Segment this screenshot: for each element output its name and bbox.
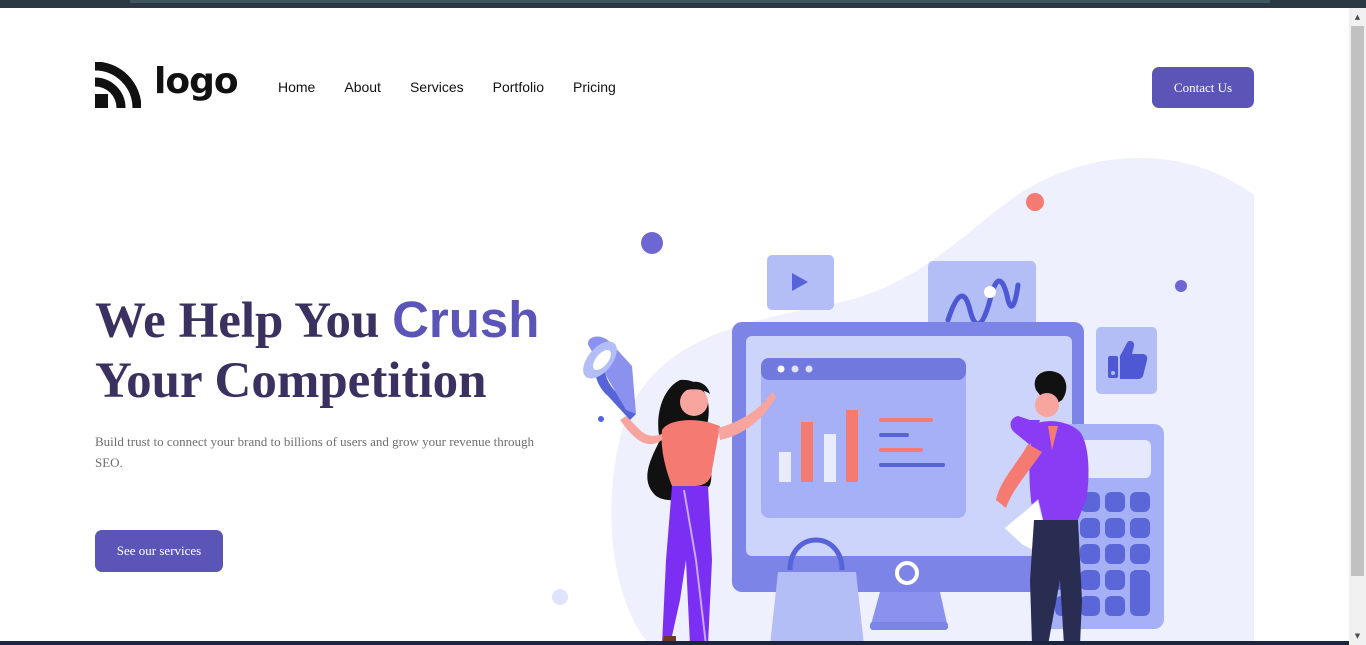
see-services-button[interactable]: See our services [95, 530, 223, 572]
dot-light [552, 589, 568, 605]
dot-coral [1026, 193, 1044, 211]
site-logo[interactable]: logo [95, 61, 239, 108]
contact-us-button[interactable]: Contact Us [1152, 67, 1254, 108]
nav-portfolio[interactable]: Portfolio [493, 79, 544, 95]
browser-bottom-strip [0, 641, 1349, 645]
hero-illustration [552, 157, 1254, 645]
scroll-thumb[interactable] [1351, 26, 1364, 576]
scroll-down-arrow-icon[interactable]: ▼ [1349, 629, 1366, 643]
megaphone-icon [583, 336, 636, 422]
hero-title-part2: Your Competition [95, 353, 487, 409]
hero-title-accent: Crush [392, 291, 540, 348]
logo-text: logo [154, 61, 239, 102]
hero-title: We Help You Crush Your Competition [95, 290, 575, 411]
hero-description: Build trust to connect your brand to bil… [95, 434, 535, 470]
chart-window [761, 358, 966, 518]
scroll-up-arrow-icon[interactable]: ▲ [1349, 10, 1366, 24]
hero-title-part1: We Help You [95, 293, 393, 349]
logo-mark-icon [95, 62, 141, 108]
dot-purple-large [641, 232, 663, 254]
nav-services[interactable]: Services [410, 79, 464, 95]
dot-purple-small [1175, 280, 1187, 292]
play-icon [767, 255, 834, 310]
nav-pricing[interactable]: Pricing [573, 79, 616, 95]
browser-top-strip [0, 0, 1366, 8]
page-scrollbar[interactable]: ▲ ▼ [1349, 8, 1366, 645]
nav-about[interactable]: About [344, 79, 381, 95]
main-nav: Home About Services Portfolio Pricing [278, 79, 645, 95]
nav-home[interactable]: Home [278, 79, 315, 95]
browser-top-strip-highlight [130, 0, 1270, 3]
thumbs-up-icon [1096, 327, 1157, 394]
